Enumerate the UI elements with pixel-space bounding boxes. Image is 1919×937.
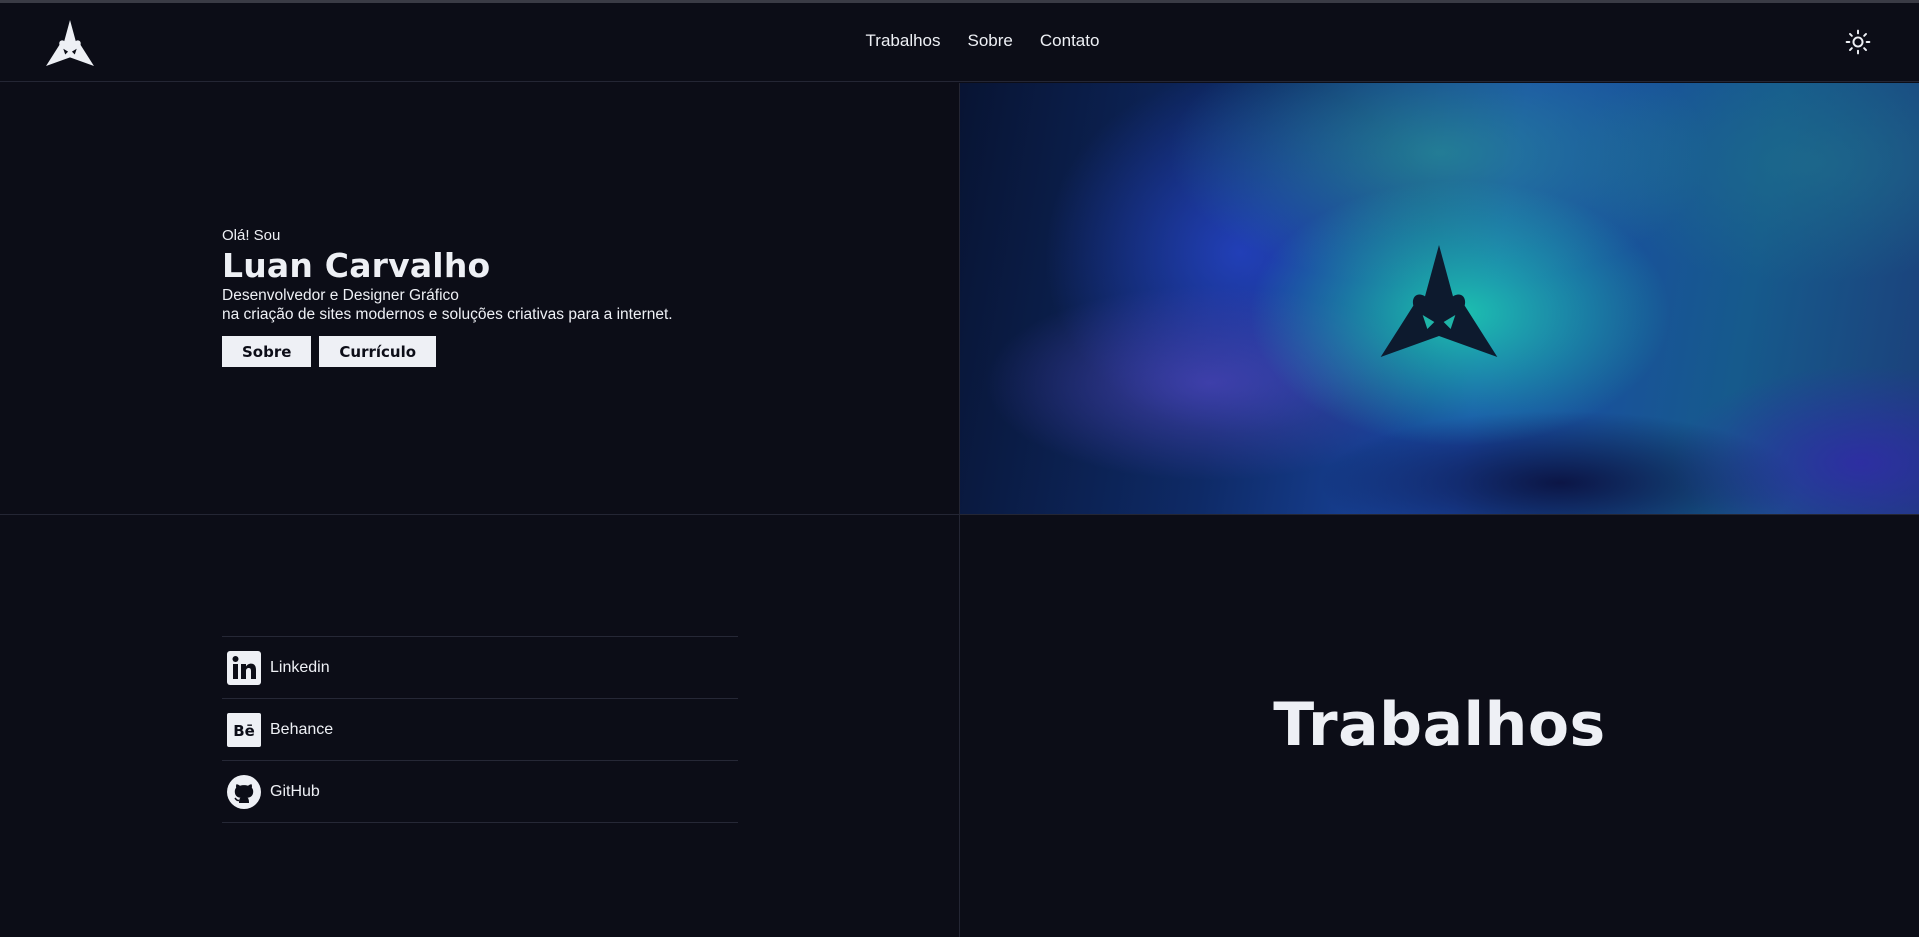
linkedin-icon	[226, 650, 262, 686]
nav-link-trabalhos[interactable]: Trabalhos	[866, 31, 941, 51]
social-label-behance: Behance	[270, 720, 334, 738]
works-section-title: Trabalhos	[1273, 690, 1606, 760]
hero-aurora-image	[960, 83, 1919, 514]
social-link-behance[interactable]: Bē Behance	[222, 699, 738, 761]
curriculo-button[interactable]: Currículo	[319, 336, 437, 367]
hero-role: Desenvolvedor e Designer Gráfico	[222, 287, 459, 304]
sobre-button[interactable]: Sobre	[222, 336, 312, 367]
greeting-text: Olá! Sou	[222, 227, 281, 244]
sun-icon[interactable]	[1845, 29, 1871, 55]
social-link-github[interactable]: GitHub	[222, 761, 738, 823]
hero-name: Luan Carvalho	[222, 246, 491, 285]
nav-link-contato[interactable]: Contato	[1040, 31, 1100, 51]
github-icon	[226, 774, 262, 810]
hero-tagline: na criação de sites modernos e soluções …	[222, 306, 673, 323]
main-nav: Trabalhos Sobre Contato	[0, 31, 1919, 51]
horizontal-divider	[0, 514, 1919, 515]
behance-icon: Bē	[226, 712, 262, 748]
social-label-linkedin: Linkedin	[270, 658, 330, 676]
brand-mark-icon	[1380, 245, 1498, 357]
social-links: Linkedin Bē Behance GitHub	[222, 636, 738, 823]
social-label-github: GitHub	[270, 782, 320, 800]
hero-intro: Olá! Sou Luan Carvalho Desenvolvedor e D…	[222, 226, 782, 367]
nav-link-sobre[interactable]: Sobre	[968, 31, 1013, 51]
site-header: Trabalhos Sobre Contato	[0, 3, 1919, 82]
social-link-linkedin[interactable]: Linkedin	[222, 637, 738, 699]
svg-text:Bē: Bē	[233, 722, 255, 740]
hero-buttons: Sobre Currículo	[222, 336, 782, 367]
